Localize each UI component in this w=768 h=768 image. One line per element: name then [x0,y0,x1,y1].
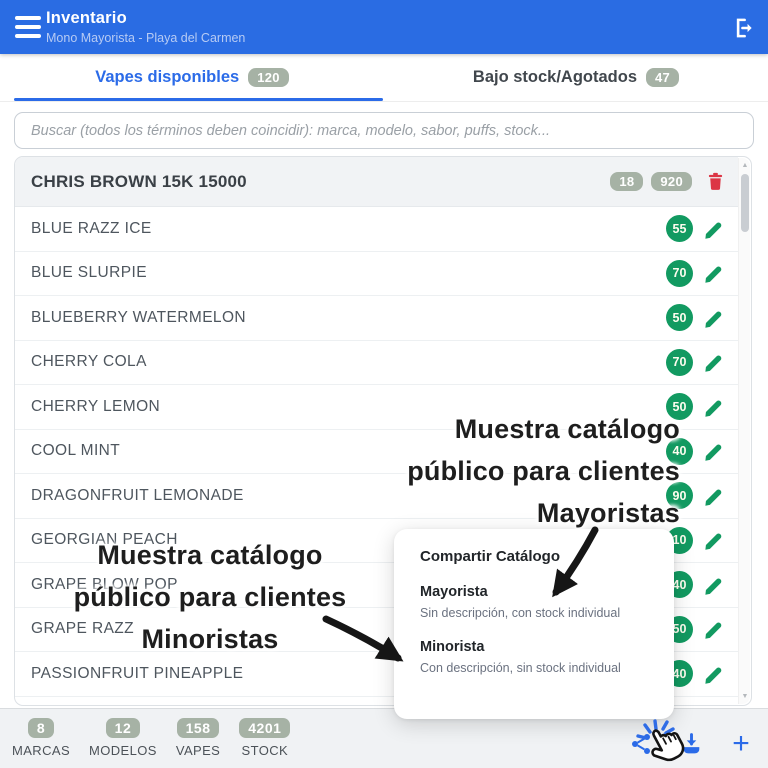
edit-pencil-icon[interactable] [702,306,726,330]
edit-pencil-icon[interactable] [702,662,726,686]
stock-badge: 55 [666,215,693,242]
tab-label: Vapes disponibles [95,68,239,87]
action-buttons: + [628,731,754,757]
search-bar [14,112,754,149]
edit-pencil-icon[interactable] [702,439,726,463]
stat-label: VAPES [176,743,220,758]
tab-count-badge: 47 [646,68,679,87]
annotation-minorista: Muestra catálogo público para clientes M… [30,534,390,660]
edit-pencil-icon[interactable] [702,484,726,508]
page-subtitle: Mono Mayorista - Playa del Carmen [46,31,245,45]
edit-pencil-icon[interactable] [702,617,726,641]
flavor-row: BLUE SLURPIE 70 [15,252,738,297]
scrollbar[interactable]: ▲ ▼ [738,158,750,704]
flavor-count-badge: 18 [610,172,643,191]
catalog-option-label: Minorista [420,639,648,655]
catalog-option[interactable]: Minorista Con descripción, sin stock ind… [420,639,648,675]
scrollbar-thumb[interactable] [741,174,749,232]
stat-value-badge: 4201 [239,718,290,738]
inventory-stats: 8 MARCAS 12 MODELOS 158 VAPES 4201 STOCK [12,718,290,758]
flavor-row: BLUE RAZZ ICE 55 [15,207,738,252]
catalog-option-description: Con descripción, sin stock individual [420,661,648,675]
stock-badge: 70 [666,260,693,287]
flavor-name: BLUEBERRY WATERMELON [31,309,666,327]
stat-value-badge: 12 [106,718,141,738]
search-input[interactable] [14,112,754,149]
brand-stock-badge: 920 [651,172,692,191]
stat-label: MODELOS [89,743,157,758]
stat-value-badge: 158 [177,718,220,738]
trash-icon[interactable] [704,170,726,194]
app-window: Inventario Mono Mayorista - Playa del Ca… [0,0,768,768]
stock-badge: 70 [666,349,693,376]
stat-item: 8 MARCAS [12,718,70,758]
tab-bajo-stock-agotados[interactable]: Bajo stock/Agotados 47 [384,54,768,101]
stat-label: MARCAS [12,743,70,758]
popup-title: Compartir Catálogo [420,548,648,565]
stock-badge: 50 [666,304,693,331]
hamburger-menu-icon[interactable] [15,16,41,38]
stat-label: STOCK [242,743,289,758]
stat-value-badge: 8 [28,718,54,738]
edit-pencil-icon[interactable] [702,217,726,241]
tab-bar: Vapes disponibles 120 Bajo stock/Agotado… [0,54,768,102]
tab-label: Bajo stock/Agotados [473,68,637,87]
page-title: Inventario [46,9,127,28]
flavor-name: BLUE RAZZ ICE [31,220,666,238]
catalog-option[interactable]: Mayorista Sin descripción, con stock ind… [420,584,648,620]
flavor-row: CHERRY COLA 70 [15,341,738,386]
popup-options: Mayorista Sin descripción, con stock ind… [420,584,648,675]
annotation-mayorista: Muestra catálogo público para clientes M… [407,408,680,534]
scroll-down-icon[interactable]: ▼ [739,693,751,700]
catalog-option-description: Sin descripción, con stock individual [420,606,648,620]
share-catalog-button[interactable] [628,731,654,757]
flavor-name: CHERRY COLA [31,353,666,371]
logout-icon[interactable] [730,15,756,41]
edit-pencil-icon[interactable] [702,395,726,419]
stat-item: 4201 STOCK [239,718,290,758]
flavor-row: BLUEBERRY WATERMELON 50 [15,296,738,341]
edit-pencil-icon[interactable] [702,573,726,597]
stat-item: 12 MODELOS [89,718,157,758]
tab-vapes-disponibles[interactable]: Vapes disponibles 120 [0,54,384,101]
edit-pencil-icon[interactable] [702,261,726,285]
brand-title: CHRIS BROWN 15K 15000 [31,172,610,192]
share-catalog-popup: Compartir Catálogo Mayorista Sin descrip… [394,529,674,719]
app-header: Inventario Mono Mayorista - Playa del Ca… [0,0,768,54]
edit-pencil-icon[interactable] [702,528,726,552]
edit-pencil-icon[interactable] [702,350,726,374]
flavor-name: BLUE SLURPIE [31,264,666,282]
stat-item: 158 VAPES [176,718,220,758]
catalog-option-label: Mayorista [420,584,648,600]
download-icon[interactable] [678,731,704,757]
plus-icon[interactable]: + [728,731,754,757]
active-tab-underline [14,98,383,101]
tab-count-badge: 120 [248,68,289,87]
brand-card-header: CHRIS BROWN 15K 15000 18 920 [15,157,738,207]
scroll-up-icon[interactable]: ▲ [739,162,751,169]
